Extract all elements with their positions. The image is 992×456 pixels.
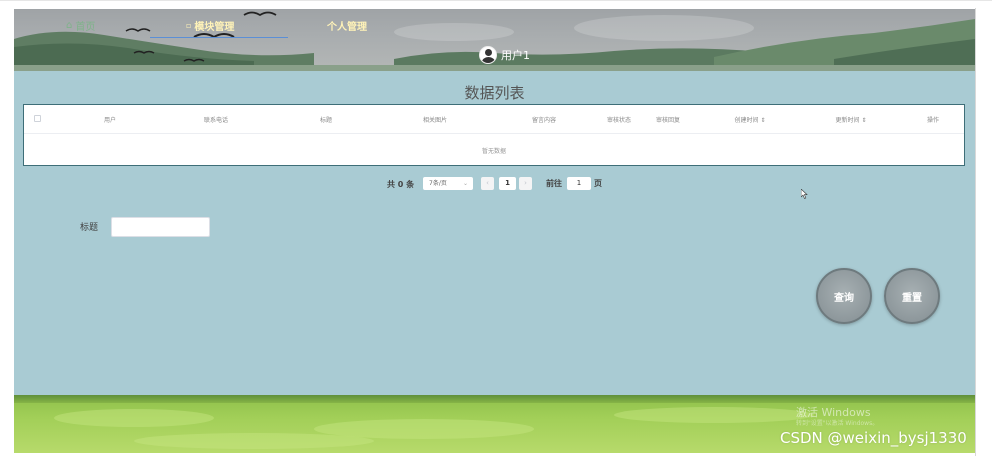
table-header: 用户 联系电话 标题 相关图片 留言内容 审核状态 审核回复 创建时间 ⇕ 更新… — [24, 105, 964, 134]
select-all-checkbox[interactable] — [34, 115, 41, 122]
query-button[interactable]: 查询 — [816, 268, 872, 324]
page-title: 数据列表 — [464, 84, 525, 102]
app-window: ⌂ 首页 ▫ 模块管理 个人管理 用户1 数据列表 用户 联系电话 标题 相关图… — [14, 9, 975, 453]
title-search-input[interactable] — [111, 217, 210, 237]
column-header: 审核回复 — [655, 117, 681, 124]
nav-active-underline — [150, 37, 288, 38]
column-header: 标题 — [319, 117, 333, 124]
nav-module-management[interactable]: ▫ 模块管理 — [186, 18, 234, 33]
chevron-left-icon: ‹ — [486, 179, 489, 187]
prev-page-button[interactable]: ‹ — [481, 177, 494, 190]
home-icon: ⌂ — [66, 20, 73, 31]
top-border — [0, 0, 992, 1]
avatar — [479, 46, 497, 64]
next-page-button[interactable]: › — [519, 177, 532, 190]
chevron-right-icon: › — [524, 179, 527, 187]
current-page-number[interactable]: 1 — [499, 177, 516, 190]
page-suffix-label: 页 — [594, 179, 602, 188]
column-header-sortable[interactable]: 更新时间 ⇕ — [836, 115, 867, 124]
empty-table-message: 暂无数据 — [481, 148, 506, 155]
grid-icon: ▫ — [186, 21, 192, 30]
page-jump-input[interactable] — [567, 177, 591, 190]
column-header: 相关图片 — [422, 117, 448, 124]
column-header: 用户 — [103, 117, 117, 124]
page-size-select[interactable]: 7条/页 ⌄ — [423, 177, 473, 190]
column-header: 留言内容 — [531, 117, 557, 124]
user-menu[interactable]: 用户1 — [479, 46, 530, 64]
pagination-total: 共 0 条 — [387, 179, 415, 189]
nav-home[interactable]: ⌂ 首页 — [66, 18, 95, 33]
nav-personal-management[interactable]: 个人管理 — [327, 18, 367, 33]
title-filter-label: 标题 — [80, 223, 99, 233]
grass-edge — [14, 395, 975, 403]
reset-button[interactable]: 重置 — [884, 268, 940, 324]
windows-activation-hint: 转到"设置"以激活 Windows。 — [796, 420, 879, 427]
header-banner: ⌂ 首页 ▫ 模块管理 个人管理 用户1 — [14, 9, 975, 71]
column-header: 联系电话 — [203, 117, 229, 124]
grass-texture — [614, 407, 814, 423]
column-header-sortable[interactable]: 创建时间 ⇕ — [735, 115, 766, 124]
grass-texture — [54, 409, 214, 427]
csdn-watermark: CSDN @weixin_bysj1330 — [780, 429, 967, 447]
right-border — [975, 8, 976, 456]
page-size-value: 7条/页 — [429, 180, 447, 187]
nav-module-label: 模块管理 — [194, 22, 235, 33]
nav-personal-label: 个人管理 — [327, 22, 367, 33]
grass-texture — [134, 433, 374, 449]
column-header: 操作 — [926, 117, 940, 124]
user-name: 用户1 — [501, 49, 530, 62]
column-header: 审核状态 — [606, 117, 632, 124]
mouse-cursor-icon — [801, 189, 808, 199]
chevron-down-icon: ⌄ — [462, 180, 468, 187]
data-table: 用户 联系电话 标题 相关图片 留言内容 审核状态 审核回复 创建时间 ⇕ 更新… — [23, 104, 965, 166]
nav-home-label: 首页 — [75, 22, 96, 33]
goto-label: 前往 — [546, 179, 562, 188]
